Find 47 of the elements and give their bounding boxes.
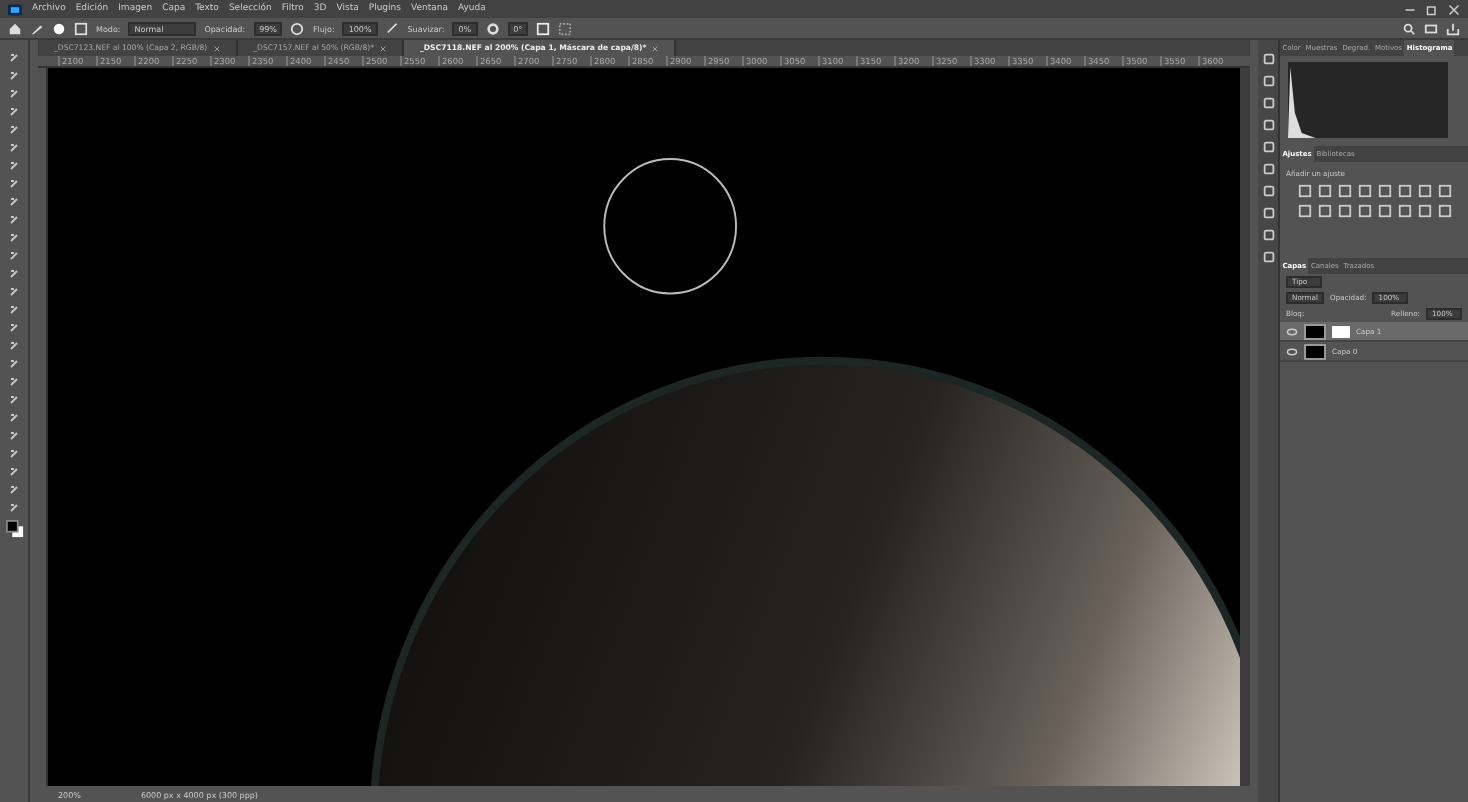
tool-icon[interactable] (8, 430, 20, 442)
tool-icon[interactable] (8, 70, 20, 82)
tool-icon[interactable] (8, 250, 20, 262)
restore-icon[interactable] (1426, 3, 1438, 15)
tool-icon[interactable] (8, 214, 20, 226)
tool-icon[interactable] (8, 376, 20, 388)
app-logo-icon[interactable] (8, 3, 22, 15)
brush-settings-icon[interactable] (74, 21, 88, 35)
tool-icon[interactable] (8, 394, 20, 406)
search-icon[interactable] (1402, 21, 1416, 35)
tool-icon[interactable] (8, 322, 20, 334)
airbrush-icon[interactable] (385, 21, 400, 35)
tool-icon[interactable] (8, 52, 20, 64)
brush-cursor-icon (603, 158, 738, 295)
tool-icon[interactable] (8, 412, 20, 424)
tool-icon[interactable] (8, 196, 20, 208)
tool-icon[interactable] (8, 142, 20, 154)
tool-icon[interactable] (8, 484, 20, 496)
workspace-icon[interactable] (1424, 21, 1438, 35)
tool-icon[interactable] (8, 232, 20, 244)
layer-thumbnail (1304, 343, 1326, 359)
tool-icon[interactable] (8, 502, 20, 514)
tool-icon[interactable] (8, 268, 20, 280)
tool-icon[interactable] (8, 124, 20, 136)
brush-size-icon[interactable] (52, 21, 66, 35)
share-icon[interactable] (1446, 21, 1460, 35)
layer-thumbnail (1304, 323, 1326, 339)
tool-icon[interactable] (8, 178, 20, 190)
tool-icon[interactable] (8, 286, 20, 298)
tool-icon[interactable] (8, 358, 20, 370)
close-tab-icon[interactable] (213, 45, 220, 51)
tool-icon[interactable] (8, 160, 20, 172)
close-icon[interactable] (1448, 3, 1460, 15)
symmetry-icon[interactable] (558, 21, 573, 35)
tool-icon[interactable] (8, 88, 20, 100)
tool-icon[interactable] (8, 304, 20, 316)
color-swatches-icon[interactable] (5, 520, 23, 538)
close-tab-icon[interactable] (652, 45, 659, 51)
gear-icon[interactable] (485, 21, 500, 35)
tool-icon[interactable] (8, 448, 20, 460)
close-tab-icon[interactable] (380, 45, 386, 51)
minimize-icon[interactable] (1404, 3, 1416, 15)
pressure-icon[interactable] (290, 21, 305, 35)
tool-icon[interactable] (8, 106, 20, 118)
tool-icon[interactable] (8, 466, 20, 478)
tool-icon[interactable] (8, 340, 20, 352)
pressure-size-icon[interactable] (536, 21, 551, 35)
